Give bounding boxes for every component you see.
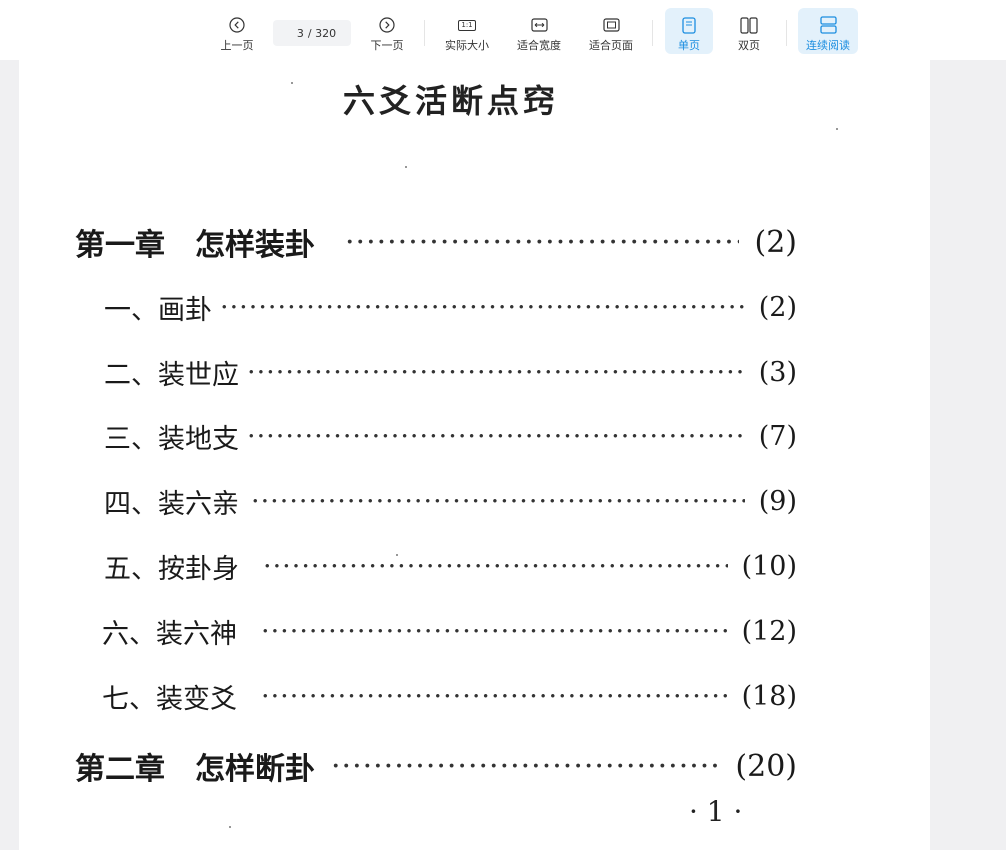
toc-page-number: (9)	[758, 486, 797, 517]
toc-page-number: (2)	[754, 224, 798, 260]
toolbar-divider	[652, 20, 653, 46]
toc-entry-text: 三、装地支	[104, 424, 239, 455]
toc-page-number: (18)	[741, 681, 797, 712]
toc-leader: ········································…	[345, 224, 739, 260]
toc-page-number: (10)	[741, 551, 797, 582]
next-page-label: 下一页	[370, 39, 404, 52]
toc-page-number: (3)	[758, 357, 797, 388]
chevron-right-circle-icon	[379, 14, 395, 36]
next-page-button[interactable]: 下一页	[364, 8, 410, 54]
double-page-button[interactable]: 双页	[725, 8, 773, 54]
actual-size-glyph: 1:1	[458, 19, 476, 31]
fit-page-icon	[602, 14, 620, 36]
fit-width-label: 适合宽度	[517, 39, 561, 52]
document-page: 六爻活断点窍 第一章 怎样装卦 ························…	[19, 60, 930, 850]
scan-speck	[405, 166, 407, 168]
prev-page-button[interactable]: 上一页	[214, 8, 260, 54]
toc-entry-text: 二、装世应	[104, 360, 239, 391]
toc-leader: ········································…	[220, 292, 745, 323]
fit-page-label: 适合页面	[589, 39, 633, 52]
toc-leader: ········································…	[247, 357, 745, 388]
toc-row: 三、装地支 ··································…	[104, 417, 797, 456]
toc-page-number: (12)	[741, 616, 797, 647]
single-page-label: 单页	[678, 39, 700, 52]
document-title: 六爻活断点窍	[343, 82, 560, 120]
continuous-reading-icon	[819, 14, 837, 36]
toc-leader: ········································…	[251, 486, 745, 517]
single-page-button[interactable]: 单页	[665, 8, 713, 54]
toc-row: 第二章 怎样断卦 ·······························…	[75, 744, 797, 788]
chevron-left-circle-icon	[229, 14, 245, 36]
viewer-toolbar: 上一页 / 320 下一页 1:1 实际大小 适合宽度 适合页面 单页	[0, 0, 1006, 60]
toc-row: 六、装六神 ··································…	[102, 612, 797, 651]
scan-speck	[229, 826, 231, 828]
actual-size-button[interactable]: 1:1 实际大小	[438, 8, 496, 54]
double-page-icon	[740, 14, 758, 36]
toc-entry-text: 六、装六神	[102, 619, 237, 650]
fit-width-icon	[530, 14, 548, 36]
scan-speck	[836, 128, 838, 130]
toc-entry-text: 第二章 怎样断卦	[75, 752, 315, 787]
actual-size-icon: 1:1	[458, 14, 476, 36]
toc-page-number: (7)	[758, 421, 797, 452]
toc-row: 四、装六亲 ··································…	[104, 482, 797, 521]
toolbar-divider	[424, 20, 425, 46]
toc-entry-text: 五、按卦身	[104, 554, 239, 585]
toc-row: 七、装变爻 ··································…	[102, 677, 797, 716]
toc-entry-text: 一、画卦	[104, 295, 212, 326]
current-page-input[interactable]	[287, 26, 304, 40]
toc-row: 二、装世应 ··································…	[104, 353, 797, 392]
toc-page-number: (2)	[758, 292, 797, 323]
toolbar-divider	[786, 20, 787, 46]
scan-speck	[396, 554, 398, 556]
toc-leader: ········································…	[261, 616, 728, 647]
continuous-reading-button[interactable]: 连续阅读	[798, 8, 858, 54]
toc-entry-text: 七、装变爻	[102, 684, 237, 715]
toc-leader: ········································…	[263, 551, 728, 582]
fit-page-button[interactable]: 适合页面	[582, 8, 640, 54]
toc-row: 第一章 怎样装卦 ·······························…	[75, 220, 797, 264]
page-number-footer: · 1 ·	[689, 795, 743, 828]
fit-width-button[interactable]: 适合宽度	[510, 8, 568, 54]
toc-leader: ········································…	[247, 421, 745, 452]
toc-entry-text: 四、装六亲	[104, 489, 239, 520]
scan-speck	[291, 82, 293, 84]
double-page-label: 双页	[738, 39, 760, 52]
prev-page-label: 上一页	[220, 39, 254, 52]
actual-size-label: 实际大小	[445, 39, 489, 52]
continuous-reading-label: 连续阅读	[806, 39, 850, 52]
toc-row: 一、画卦 ···································…	[104, 288, 797, 327]
toc-row: 五、按卦身 ··································…	[104, 547, 797, 586]
page-indicator: / 320	[273, 20, 351, 46]
toc-leader: ········································…	[331, 748, 719, 784]
toc-page-number: (20)	[735, 748, 797, 784]
toc-leader: ········································…	[261, 681, 728, 712]
total-pages-text: / 320	[307, 26, 337, 40]
toc-entry-text: 第一章 怎样装卦	[75, 228, 315, 263]
single-page-icon	[682, 14, 696, 36]
